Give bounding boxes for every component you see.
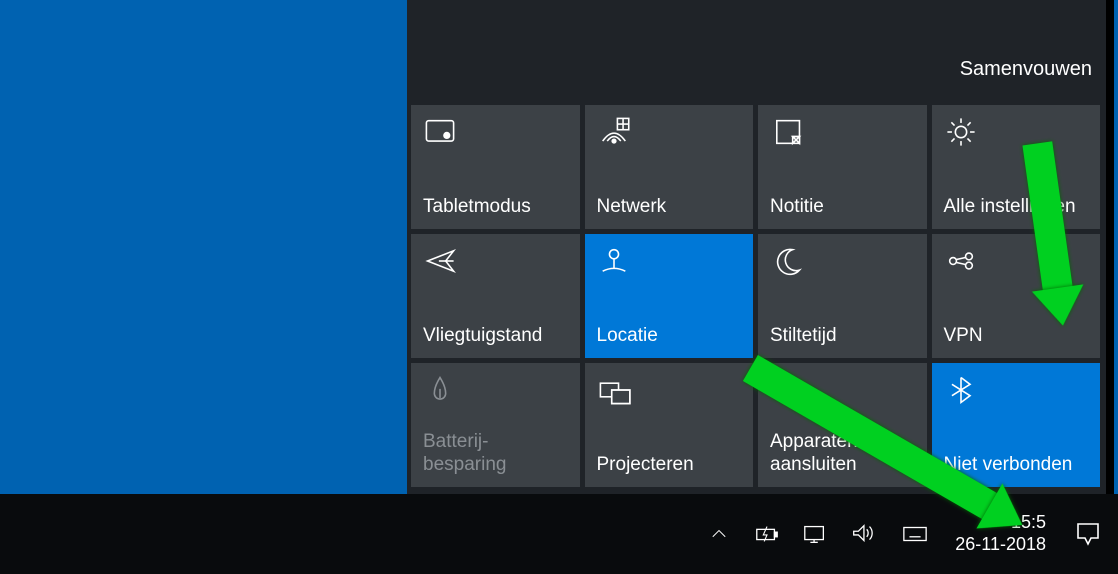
bluetooth-icon [944,373,978,407]
tile-label: VPN [944,325,1091,348]
tile-label: Niet verbonden [944,454,1091,477]
window-edge [1114,0,1118,494]
keyboard-tray-button[interactable] [887,494,943,574]
tile-project[interactable]: Projecteren [585,363,754,487]
tray-overflow-button[interactable] [695,494,743,574]
collapse-button[interactable]: Samenvouwen [960,58,1092,81]
power-tray-button[interactable] [743,494,791,574]
tile-label: Stiltetijd [770,325,917,348]
tile-network[interactable]: Netwerk [585,105,754,229]
tile-location[interactable]: Locatie [585,234,754,358]
tile-label: Locatie [597,325,744,348]
location-icon [597,244,631,278]
quick-actions-grid: Tabletmodus Netwerk Notitie Alle instelling… [411,105,1100,487]
tile-connect-devices[interactable]: Apparaten aansluiten [758,363,927,487]
keyboard-icon [902,521,928,547]
tile-bluetooth[interactable]: Niet verbonden [932,363,1101,487]
volume-icon [850,521,876,547]
tile-moon[interactable]: Stiltetijd [758,234,927,358]
tile-label: Tabletmodus [423,196,570,219]
tile-gear[interactable]: Alle instellingen [932,105,1101,229]
gear-icon [944,115,978,149]
clock-date: 26-11-2018 [955,534,1046,556]
action-center-panel: Samenvouwen Tabletmodus Netwerk Notitie All… [407,0,1106,494]
taskbar: 15:5 26-11-2018 [0,494,1118,574]
desktop-background [0,0,407,494]
tile-airplane[interactable]: Vliegtuigstand [411,234,580,358]
network-icon [597,115,631,149]
connect-devices-icon [770,373,804,407]
tile-note[interactable]: Notitie [758,105,927,229]
note-icon [770,115,804,149]
battery-saver-icon [423,373,457,407]
tablet-mode-icon [423,115,457,149]
tile-battery-saver: Batterij-besparing [411,363,580,487]
tile-label: Alle instellingen [944,196,1091,219]
vpn-icon [944,244,978,278]
action-center-tray-button[interactable] [1058,520,1118,548]
tile-label: Batterij-besparing [423,431,570,477]
system-tray: 15:5 26-11-2018 [695,494,1118,574]
tile-label: Netwerk [597,196,744,219]
action-center-tray-icon [1074,520,1102,548]
tile-label: Apparaten aansluiten [770,431,917,477]
power-icon [754,521,780,547]
tile-label: Notitie [770,196,917,219]
tile-label: Vliegtuigstand [423,325,570,348]
chevron-up-icon [710,525,728,543]
clock-time: 15:5 [955,512,1046,534]
tile-label: Projecteren [597,454,744,477]
volume-tray-button[interactable] [839,494,887,574]
monitor-tray-button[interactable] [791,494,839,574]
taskbar-clock[interactable]: 15:5 26-11-2018 [943,512,1058,555]
monitor-icon [802,521,828,547]
tile-tablet-mode[interactable]: Tabletmodus [411,105,580,229]
project-icon [597,373,631,407]
moon-icon [770,244,804,278]
airplane-icon [423,244,457,278]
tile-vpn[interactable]: VPN [932,234,1101,358]
